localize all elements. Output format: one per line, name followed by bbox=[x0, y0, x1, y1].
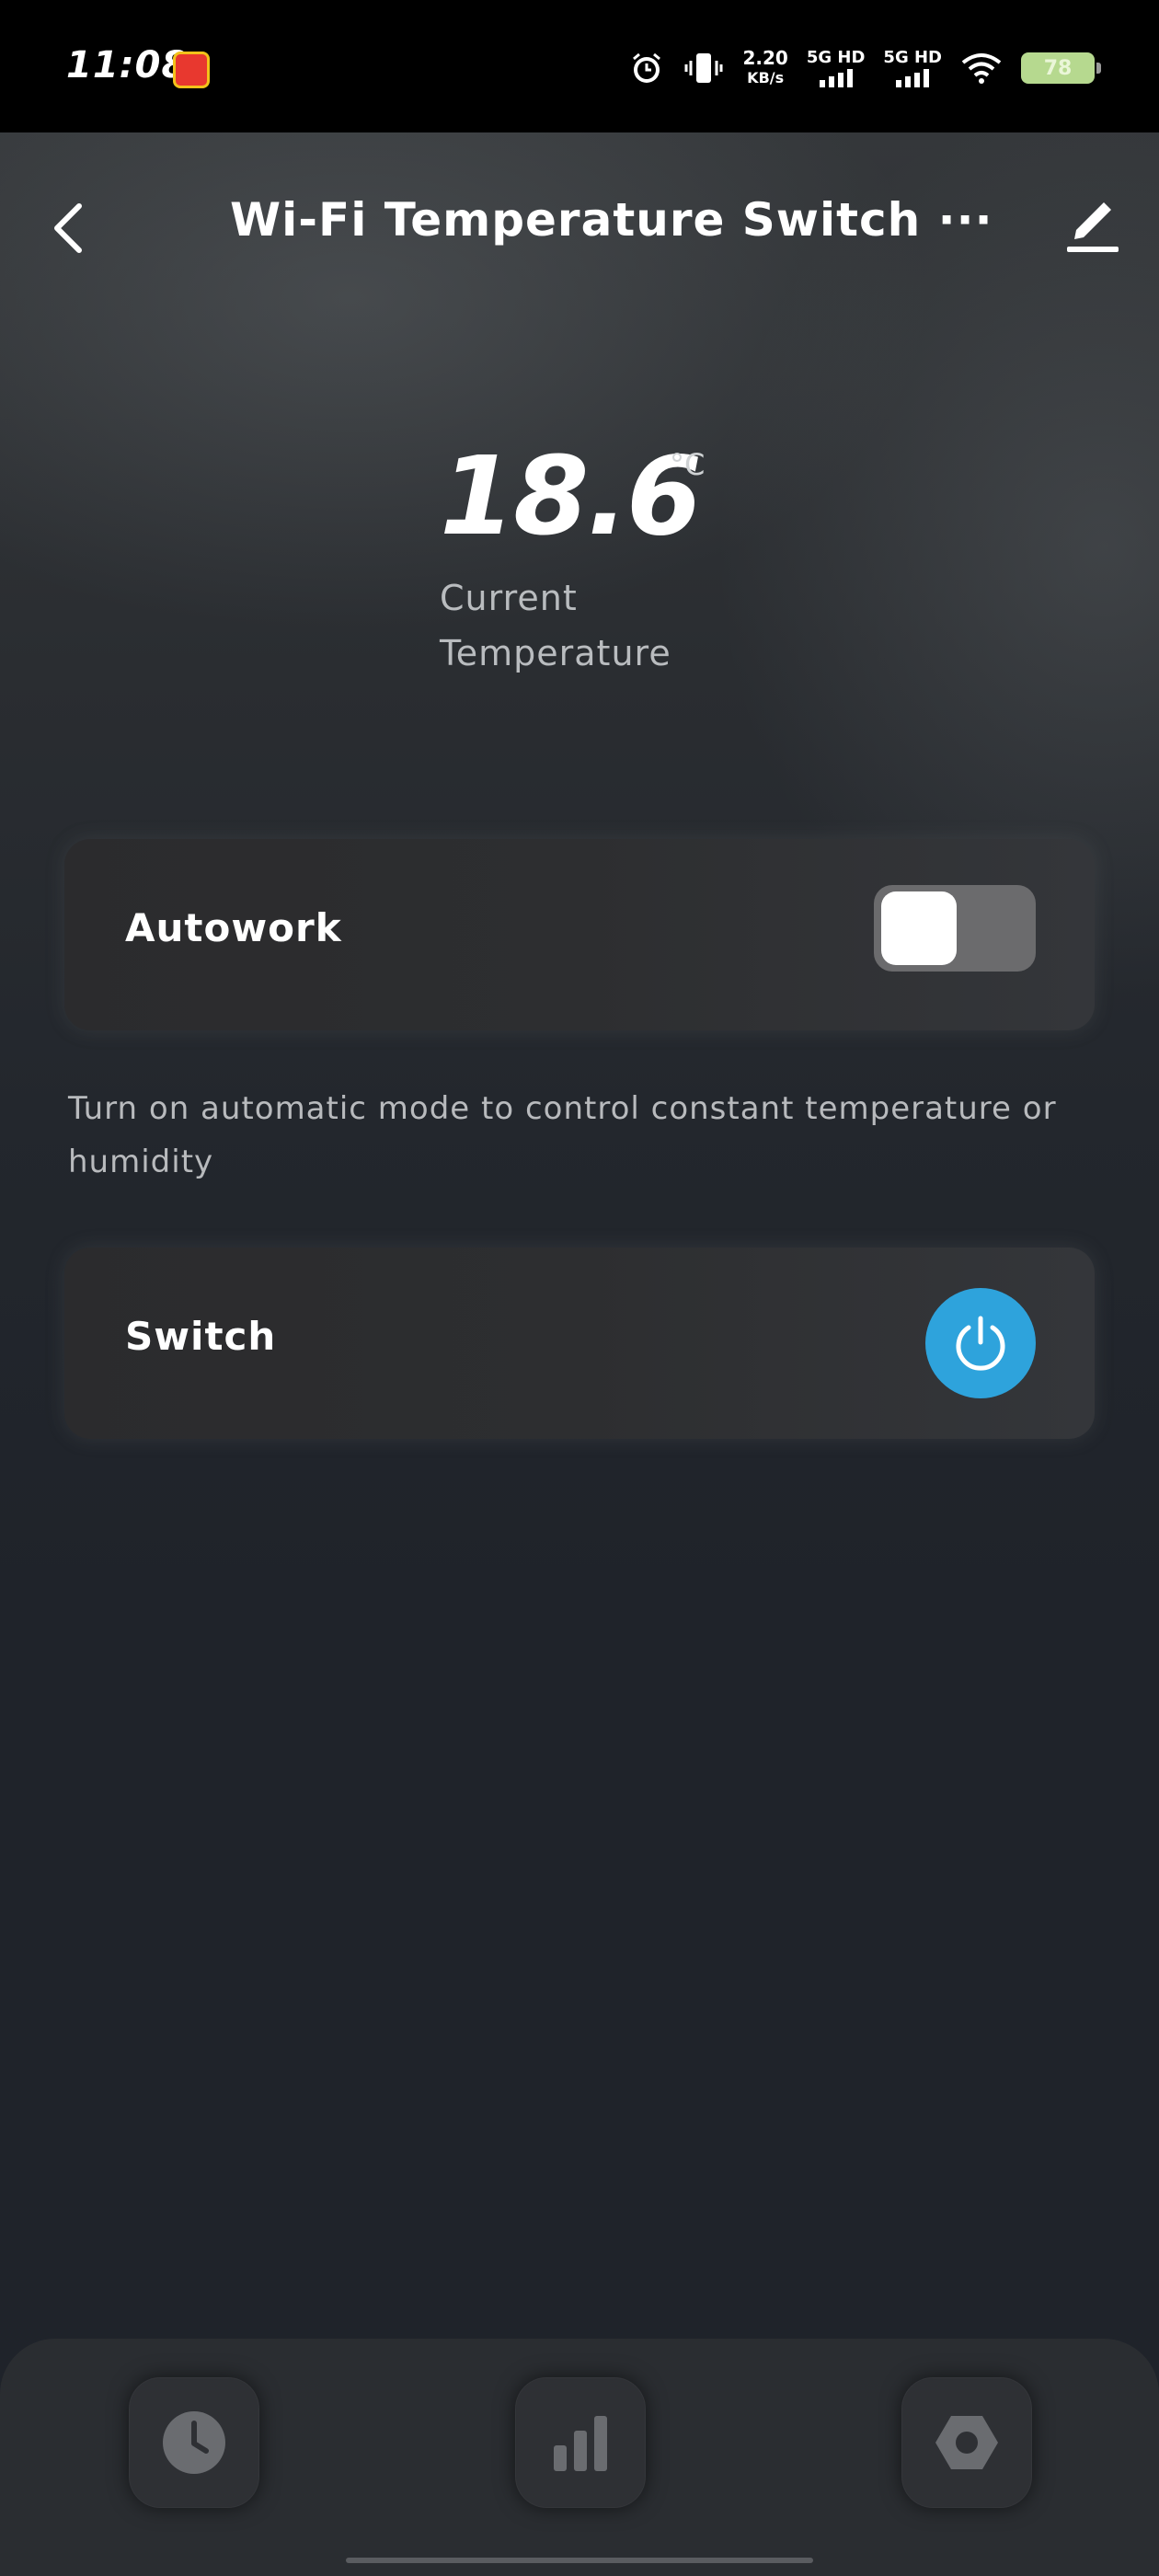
sim2-signal: 5G HD bbox=[883, 49, 942, 87]
power-button[interactable] bbox=[925, 1288, 1036, 1398]
sim1-signal-icon bbox=[819, 69, 853, 87]
network-speed-value: 2.20 bbox=[742, 47, 788, 69]
settings-hex-icon bbox=[935, 2416, 998, 2469]
autowork-toggle[interactable] bbox=[874, 885, 1036, 972]
toggle-knob bbox=[881, 891, 957, 965]
autowork-helper-text: Turn on automatic mode to control consta… bbox=[68, 1090, 1057, 1180]
vibrate-icon bbox=[683, 50, 724, 86]
temperature-display: 18.6 °C Current Temperature bbox=[440, 432, 705, 673]
status-bar: 11:08 2.20 KB/s 5G HD 5G HD 78 bbox=[0, 0, 1159, 132]
autowork-label: Autowork bbox=[125, 905, 342, 950]
sim1-signal: 5G HD bbox=[806, 48, 866, 87]
sim2-label: 5G HD bbox=[883, 48, 942, 67]
temperature-label: Current Temperature bbox=[440, 578, 671, 673]
home-indicator[interactable] bbox=[346, 2558, 813, 2563]
bottom-nav bbox=[0, 2339, 1159, 2576]
autowork-card: Autowork bbox=[64, 839, 1095, 1030]
network-speed: 2.20 KB/s bbox=[742, 48, 787, 88]
clock-icon bbox=[163, 2411, 225, 2474]
bar-chart-icon bbox=[554, 2416, 607, 2471]
status-icons: 2.20 KB/s 5G HD 5G HD 78 bbox=[628, 40, 1101, 96]
temperature-value: 18.6 bbox=[440, 432, 702, 559]
network-speed-unit: KB/s bbox=[747, 69, 785, 86]
page-title: Wi-Fi Temperature Switch ··· bbox=[230, 193, 993, 247]
battery-icon: 78 bbox=[1021, 52, 1101, 84]
status-time: 11:08 bbox=[66, 44, 189, 86]
temperature-unit: °C bbox=[670, 447, 706, 482]
alarm-icon bbox=[628, 50, 665, 86]
switch-card: Switch bbox=[64, 1248, 1095, 1439]
switch-label: Switch bbox=[125, 1314, 277, 1359]
battery-level: 78 bbox=[1043, 56, 1073, 80]
settings-button[interactable] bbox=[901, 2377, 1032, 2508]
sim1-label: 5G HD bbox=[806, 48, 866, 67]
edit-button[interactable] bbox=[1058, 190, 1124, 263]
power-icon bbox=[956, 1316, 1005, 1371]
sim2-signal-icon bbox=[896, 69, 930, 87]
app-area: Wi-Fi Temperature Switch ··· 18.6 °C Cur… bbox=[0, 132, 1159, 2576]
back-button[interactable] bbox=[40, 191, 99, 265]
chevron-left-icon bbox=[54, 203, 82, 253]
app-notification-icon bbox=[173, 52, 210, 88]
wifi-icon bbox=[960, 52, 1003, 85]
schedule-button[interactable] bbox=[129, 2377, 259, 2508]
pencil-icon bbox=[1067, 202, 1119, 252]
statistics-button[interactable] bbox=[515, 2377, 646, 2508]
